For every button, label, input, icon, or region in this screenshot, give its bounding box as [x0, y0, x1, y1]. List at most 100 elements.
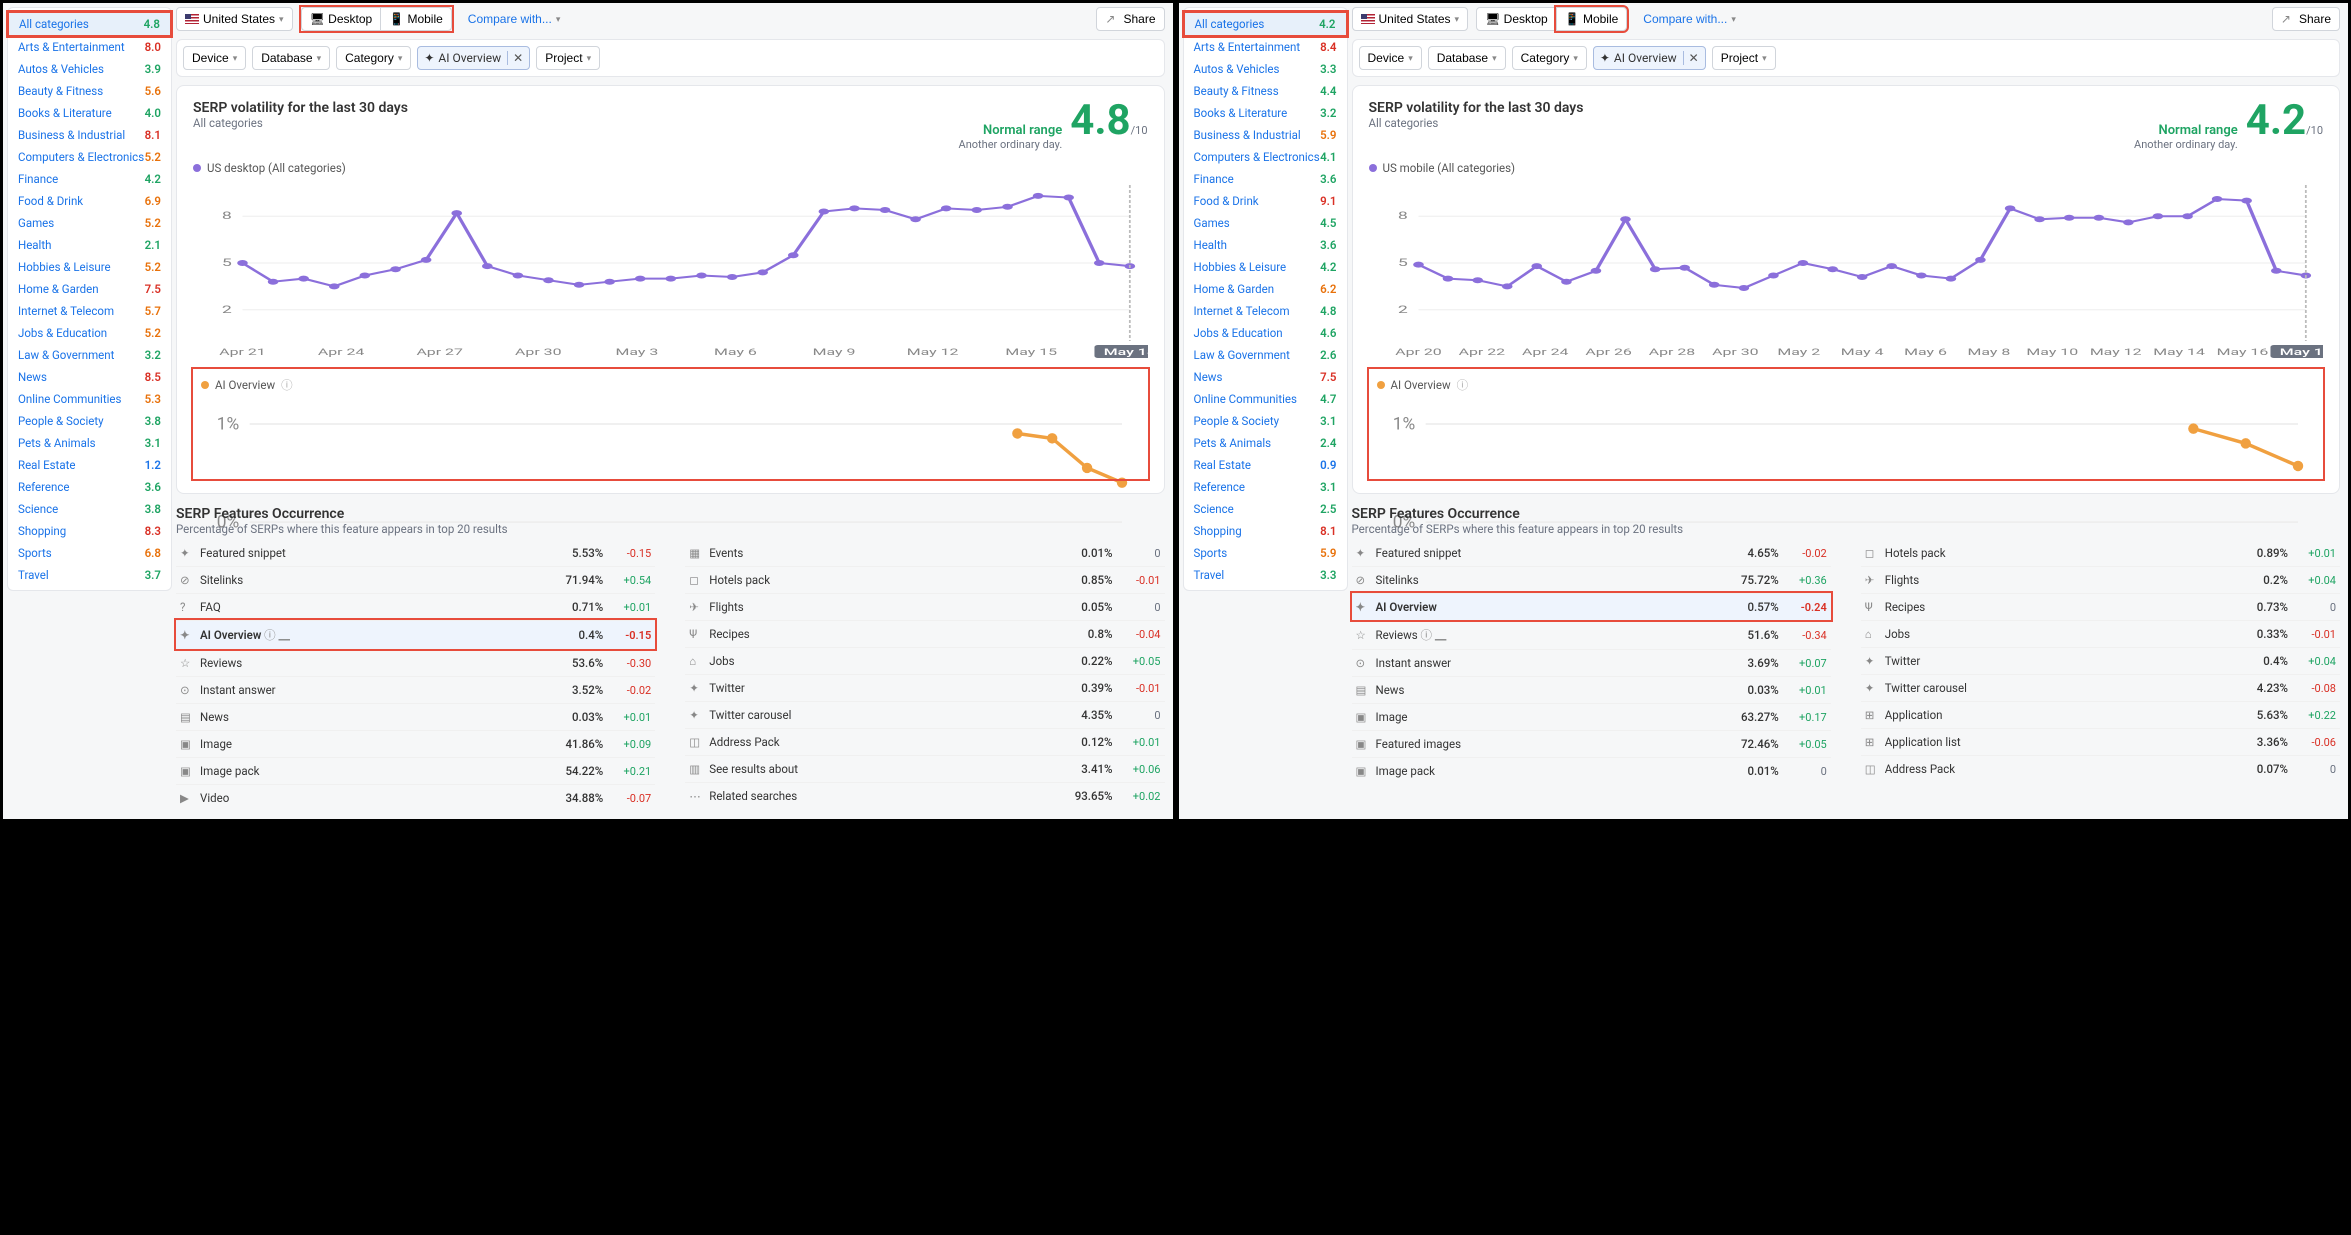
feature-row[interactable]: ◫Address Pack0.12%+0.01: [685, 728, 1164, 755]
category-row[interactable]: Real Estate0.9: [1184, 454, 1347, 476]
desktop-toggle[interactable]: 🖥 Desktop: [1476, 7, 1557, 31]
filter-category[interactable]: Category ▾: [1512, 46, 1587, 70]
feature-row[interactable]: ▣Image63.27%+0.17: [1352, 703, 1831, 730]
feature-row[interactable]: ✦AI Overview0.57%-0.24: [1352, 593, 1831, 620]
category-row[interactable]: Shopping8.1: [1184, 520, 1347, 542]
feature-row[interactable]: ▣Image pack0.01%0: [1352, 757, 1831, 784]
feature-row[interactable]: ✈Flights0.2%+0.04: [1861, 566, 2340, 593]
category-row[interactable]: Computers & Electronics4.1: [1184, 146, 1347, 168]
category-row[interactable]: Business & Industrial8.1: [8, 124, 171, 146]
category-row[interactable]: Online Communities4.7: [1184, 388, 1347, 410]
category-row[interactable]: Computers & Electronics5.2: [8, 146, 171, 168]
desktop-toggle[interactable]: 🖥 Desktop: [301, 7, 382, 31]
category-row[interactable]: Food & Drink9.1: [1184, 190, 1347, 212]
share-button[interactable]: Share: [2272, 7, 2340, 31]
feature-row[interactable]: ⊞Application5.63%+0.22: [1861, 701, 2340, 728]
category-row[interactable]: Shopping8.3: [8, 520, 171, 542]
feature-row[interactable]: ⊞Application list3.36%-0.06: [1861, 728, 2340, 755]
filter-database[interactable]: Database ▾: [252, 46, 330, 70]
category-row[interactable]: Sports6.8: [8, 542, 171, 564]
feature-row[interactable]: ✦AI Overview ⓘ ▁0.4%-0.15: [176, 620, 655, 649]
filter-project[interactable]: Project ▾: [1712, 46, 1776, 70]
feature-row[interactable]: ◻Hotels pack0.85%-0.01: [685, 566, 1164, 593]
compare-button[interactable]: Compare with... ▾: [460, 8, 569, 30]
category-row[interactable]: Pets & Animals3.1: [8, 432, 171, 454]
feature-row[interactable]: ΨRecipes0.8%-0.04: [685, 620, 1164, 647]
feature-row[interactable]: ✦Twitter carousel4.23%-0.08: [1861, 674, 2340, 701]
category-row[interactable]: Home & Garden6.2: [1184, 278, 1347, 300]
category-row[interactable]: Reference3.1: [1184, 476, 1347, 498]
filter-device[interactable]: Device ▾: [1359, 46, 1422, 70]
filter-tag-ai-overview[interactable]: ✦ AI Overview ✕: [1593, 46, 1706, 70]
filter-tag-ai-overview[interactable]: ✦ AI Overview ✕: [417, 46, 530, 70]
category-row[interactable]: Real Estate1.2: [8, 454, 171, 476]
category-row[interactable]: Health3.6: [1184, 234, 1347, 256]
feature-row[interactable]: ▣Featured images72.46%+0.05: [1352, 730, 1831, 757]
filter-device[interactable]: Device ▾: [183, 46, 246, 70]
feature-row[interactable]: ?FAQ0.71%+0.01: [176, 593, 655, 620]
category-row[interactable]: Finance3.6: [1184, 168, 1347, 190]
category-row[interactable]: Travel3.3: [1184, 564, 1347, 586]
feature-row[interactable]: ▣Image pack54.22%+0.21: [176, 757, 655, 784]
category-row[interactable]: People & Society3.8: [8, 410, 171, 432]
feature-row[interactable]: ⊙Instant answer3.69%+0.07: [1352, 649, 1831, 676]
close-icon[interactable]: ✕: [1683, 51, 1699, 65]
close-icon[interactable]: ✕: [507, 51, 523, 65]
category-row[interactable]: Beauty & Fitness4.4: [1184, 80, 1347, 102]
compare-button[interactable]: Compare with... ▾: [1635, 8, 1744, 30]
category-row[interactable]: Jobs & Education4.6: [1184, 322, 1347, 344]
feature-row[interactable]: ▦Events0.01%0: [685, 540, 1164, 566]
feature-row[interactable]: ▤News0.03%+0.01: [1352, 676, 1831, 703]
mobile-toggle[interactable]: 📱 Mobile: [1556, 7, 1628, 31]
feature-row[interactable]: ☆Reviews53.6%-0.30: [176, 649, 655, 676]
category-row[interactable]: Travel3.7: [8, 564, 171, 586]
category-row[interactable]: Finance4.2: [8, 168, 171, 190]
feature-row[interactable]: ▥See results about3.41%+0.06: [685, 755, 1164, 782]
category-row[interactable]: Business & Industrial5.9: [1184, 124, 1347, 146]
category-row[interactable]: Home & Garden7.5: [8, 278, 171, 300]
feature-row[interactable]: ⋯Related searches93.65%+0.02: [685, 782, 1164, 809]
category-row[interactable]: All categories4.8: [8, 12, 171, 36]
category-row[interactable]: Autos & Vehicles3.9: [8, 58, 171, 80]
feature-row[interactable]: ✦Twitter0.39%-0.01: [685, 674, 1164, 701]
category-row[interactable]: Hobbies & Leisure5.2: [8, 256, 171, 278]
category-row[interactable]: Science2.5: [1184, 498, 1347, 520]
feature-row[interactable]: ✦Featured snippet5.53%-0.15: [176, 540, 655, 566]
category-row[interactable]: Internet & Telecom5.7: [8, 300, 171, 322]
country-select[interactable]: United States ▾: [176, 7, 293, 31]
category-row[interactable]: Books & Literature4.0: [8, 102, 171, 124]
category-row[interactable]: Health2.1: [8, 234, 171, 256]
feature-row[interactable]: ✦Featured snippet4.65%-0.02: [1352, 540, 1831, 566]
category-row[interactable]: Autos & Vehicles3.3: [1184, 58, 1347, 80]
category-row[interactable]: Beauty & Fitness5.6: [8, 80, 171, 102]
category-row[interactable]: News7.5: [1184, 366, 1347, 388]
category-row[interactable]: Arts & Entertainment8.4: [1184, 36, 1347, 58]
feature-row[interactable]: ✦Twitter carousel4.35%0: [685, 701, 1164, 728]
mobile-toggle[interactable]: 📱 Mobile: [380, 7, 452, 31]
feature-row[interactable]: ▤News0.03%+0.01: [176, 703, 655, 730]
category-row[interactable]: Science3.8: [8, 498, 171, 520]
category-row[interactable]: Games4.5: [1184, 212, 1347, 234]
info-icon[interactable]: ⓘ: [281, 377, 293, 393]
feature-row[interactable]: ◫Address Pack0.07%0: [1861, 755, 2340, 782]
filter-project[interactable]: Project ▾: [536, 46, 600, 70]
country-select[interactable]: United States ▾: [1352, 7, 1469, 31]
feature-row[interactable]: ▣Image41.86%+0.09: [176, 730, 655, 757]
category-row[interactable]: Food & Drink6.9: [8, 190, 171, 212]
category-row[interactable]: Arts & Entertainment8.0: [8, 36, 171, 58]
category-row[interactable]: Online Communities5.3: [8, 388, 171, 410]
category-row[interactable]: Pets & Animals2.4: [1184, 432, 1347, 454]
category-row[interactable]: Games5.2: [8, 212, 171, 234]
category-row[interactable]: Hobbies & Leisure4.2: [1184, 256, 1347, 278]
category-row[interactable]: Jobs & Education5.2: [8, 322, 171, 344]
category-row[interactable]: Reference3.6: [8, 476, 171, 498]
feature-row[interactable]: ΨRecipes0.73%0: [1861, 593, 2340, 620]
filter-database[interactable]: Database ▾: [1428, 46, 1506, 70]
feature-row[interactable]: ◻Hotels pack0.89%+0.01: [1861, 540, 2340, 566]
feature-row[interactable]: ☆Reviews ⓘ ▁51.6%-0.34: [1352, 620, 1831, 649]
feature-row[interactable]: ✈Flights0.05%0: [685, 593, 1164, 620]
category-row[interactable]: Law & Government3.2: [8, 344, 171, 366]
category-row[interactable]: News8.5: [8, 366, 171, 388]
feature-row[interactable]: ✦Twitter0.4%+0.04: [1861, 647, 2340, 674]
category-row[interactable]: Internet & Telecom4.8: [1184, 300, 1347, 322]
